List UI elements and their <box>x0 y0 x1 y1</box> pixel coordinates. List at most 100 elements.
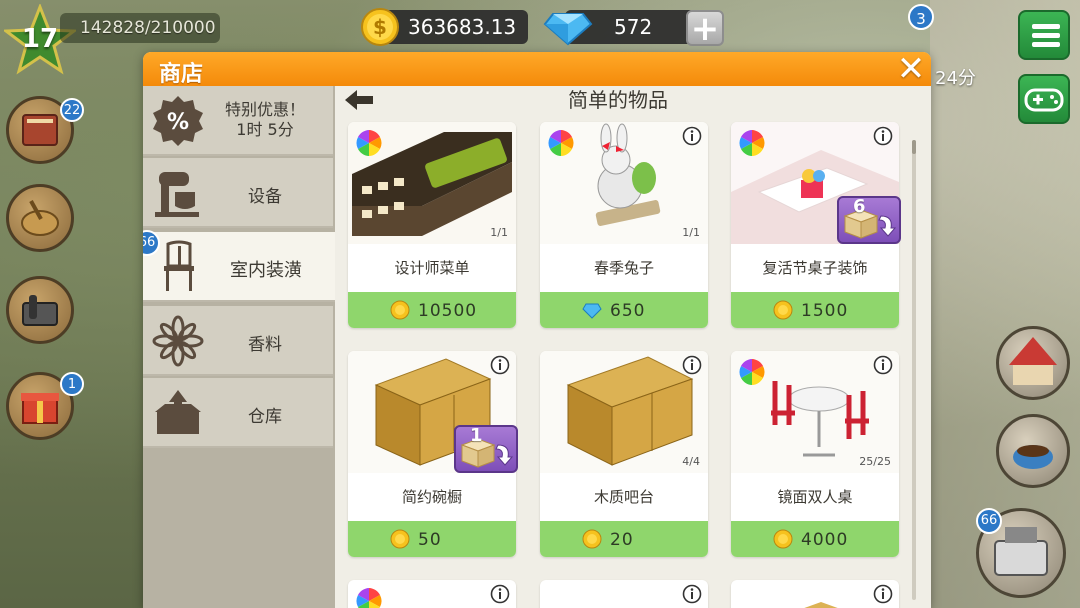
unlock-level: 6 <box>853 196 866 217</box>
rainbow-wheel-icon <box>356 588 382 608</box>
shop-item-card[interactable]: 6 复活节桌子装饰 1500 <box>731 122 901 328</box>
svg-text:%: % <box>167 110 189 135</box>
coffee-cup-icon <box>1013 445 1053 469</box>
info-icon[interactable] <box>873 584 893 604</box>
shop-content: 简单的物品 1/1 设计师菜单 10500 1/1 春季兔子 650 6 复活节… <box>335 86 931 608</box>
item-price: 4000 <box>801 530 849 550</box>
rainbow-wheel-icon <box>548 130 574 156</box>
item-name: 春季兔子 <box>593 259 654 277</box>
info-icon[interactable] <box>682 584 702 604</box>
shop-item-card-partial[interactable] <box>540 580 708 608</box>
tab-equipment[interactable]: 设备 <box>143 158 333 228</box>
tab-interior[interactable]: 66 室内装潢 <box>143 230 335 302</box>
shop-panel: 商店 ✕ % 特别优惠！ 1时 5分 设备 66 <box>143 52 931 608</box>
shop-item-card[interactable]: 1/1 设计师菜单 10500 <box>348 122 516 328</box>
close-button[interactable]: ✕ <box>893 52 929 86</box>
event-count-badge: 3 <box>908 4 934 30</box>
rainbow-wheel-icon <box>356 130 382 156</box>
register-badge: 66 <box>976 508 1002 534</box>
coin-icon <box>582 529 602 549</box>
svg-text:$: $ <box>373 15 387 39</box>
chair-icon <box>164 240 194 291</box>
box-unlock-icon <box>460 438 514 468</box>
mixer-icon <box>155 172 199 217</box>
percent-icon: % <box>153 96 203 146</box>
coffee-shop-button[interactable] <box>996 414 1070 488</box>
shop-item-card-partial[interactable] <box>348 580 516 608</box>
buy-button[interactable]: 1500 <box>731 292 899 328</box>
shop-sidebar: % 特别优惠！ 1时 5分 设备 66 <box>143 86 335 608</box>
rainbow-wheel-icon <box>739 359 765 385</box>
tab-equipment-label: 设备 <box>248 187 282 207</box>
box-unlock-icon <box>843 209 897 239</box>
special-offer-line1: 特别优惠！ <box>224 100 305 119</box>
item-price: 10500 <box>418 301 478 321</box>
item-name: 镜面双人桌 <box>777 488 853 506</box>
menu-button[interactable] <box>1018 10 1070 60</box>
buy-button[interactable]: 50 <box>348 521 516 557</box>
buy-button[interactable]: 20 <box>540 521 708 557</box>
gem-icon <box>582 303 602 319</box>
item-name: 简约碗橱 <box>401 488 462 506</box>
storage-box-icon <box>155 390 201 434</box>
scrollbar-thumb[interactable] <box>912 140 916 154</box>
phone-icon <box>22 295 58 326</box>
info-icon[interactable] <box>873 126 893 146</box>
info-icon[interactable] <box>490 355 510 375</box>
shop-item-card[interactable]: 4/4 木质吧台 20 <box>540 351 708 557</box>
coin-icon <box>390 300 410 320</box>
scrollbar[interactable] <box>912 140 916 600</box>
shop-item-card-partial[interactable] <box>731 580 899 608</box>
shop-title: 商店 <box>159 62 204 87</box>
info-icon[interactable] <box>682 126 702 146</box>
tab-storage[interactable]: 仓库 <box>143 378 333 448</box>
buy-button[interactable]: 650 <box>540 292 708 328</box>
cooking-button[interactable] <box>6 184 74 252</box>
item-stock: 25/25 <box>859 455 891 468</box>
info-icon[interactable] <box>490 584 510 604</box>
item-name: 复活节桌子装饰 <box>762 259 868 277</box>
item-price: 1500 <box>801 301 849 321</box>
item-stock: 1/1 <box>490 226 508 239</box>
buy-gems-button[interactable]: + <box>686 10 724 46</box>
item-name: 设计师菜单 <box>394 259 470 277</box>
book-badge: 22 <box>60 98 84 122</box>
item-price: 50 <box>418 530 442 550</box>
special-offer-timer: 1时 5分 <box>236 120 294 139</box>
phone-button[interactable] <box>6 276 74 344</box>
xp-text: 142828/210000 <box>80 18 216 38</box>
gamepad-button[interactable] <box>1018 74 1070 124</box>
buy-button[interactable]: 4000 <box>731 521 899 557</box>
shop-header: 商店 ✕ <box>143 52 931 87</box>
coin-icon <box>773 529 793 549</box>
coin-icon <box>390 529 410 549</box>
shop-item-card[interactable]: 1 简约碗橱 50 <box>348 351 518 557</box>
item-price: 650 <box>610 301 646 321</box>
spice-icon <box>152 315 204 367</box>
gem-icon <box>543 13 593 46</box>
shop-item-card[interactable]: 25/25 镜面双人桌 4000 <box>731 351 899 557</box>
item-stock: 4/4 <box>682 455 700 468</box>
rainbow-wheel-icon <box>739 130 765 156</box>
tab-interior-label: 室内装潢 <box>230 260 302 281</box>
tent-icon <box>1009 337 1057 385</box>
tab-spices-label: 香料 <box>248 335 282 355</box>
unlock-badge: 6 <box>837 196 901 244</box>
info-icon[interactable] <box>873 355 893 375</box>
coin-icon <box>773 300 793 320</box>
item-name: 木质吧台 <box>593 488 654 506</box>
shop-item-card[interactable]: 1/1 春季兔子 650 <box>540 122 708 328</box>
bowl-icon <box>21 200 59 236</box>
buy-button[interactable]: 10500 <box>348 292 516 328</box>
carnival-map-button[interactable] <box>996 326 1070 400</box>
info-icon[interactable] <box>682 355 702 375</box>
tab-spices[interactable]: 香料 <box>143 306 333 376</box>
tab-special-offer-label: 特别优惠！ 1时 5分 <box>205 100 325 140</box>
tab-special-offer[interactable]: % 特别优惠！ 1时 5分 <box>143 86 333 156</box>
gift-badge: 1 <box>60 372 84 396</box>
unlock-badge: 1 <box>454 425 518 473</box>
coin-icon: $ <box>361 8 399 46</box>
gem-value: 572 <box>614 15 653 39</box>
tab-storage-label: 仓库 <box>248 407 282 427</box>
coin-value: 363683.13 <box>408 15 517 39</box>
